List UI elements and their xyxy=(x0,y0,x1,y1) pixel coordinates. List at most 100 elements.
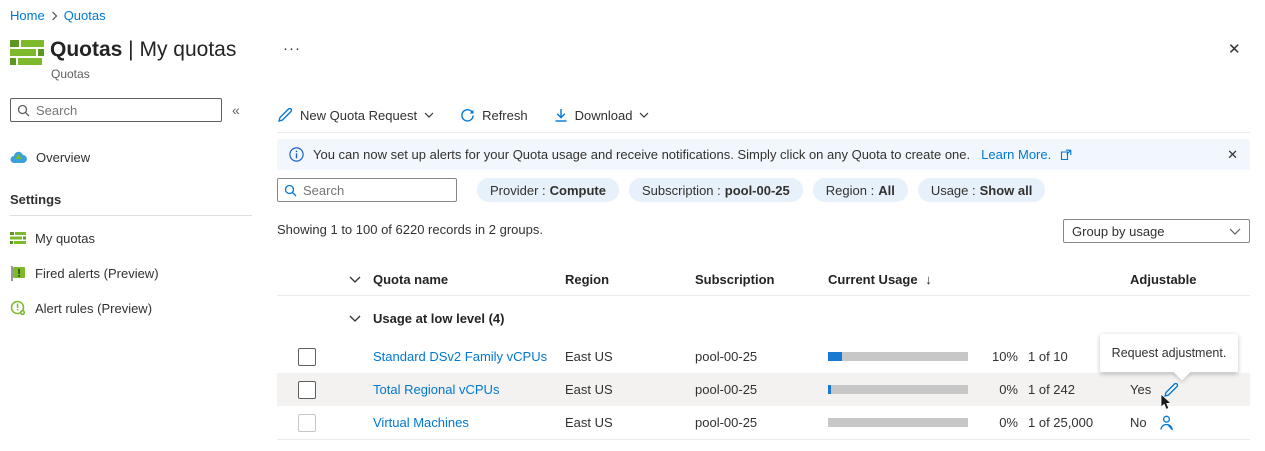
quota-name-link[interactable]: Virtual Machines xyxy=(373,415,469,430)
group-by-value: Group by usage xyxy=(1072,223,1165,239)
filter-pill-region[interactable]: Region : All xyxy=(812,178,908,202)
usage-count: 1 of 242 xyxy=(1028,382,1075,397)
page-title-primary: Quotas xyxy=(50,38,123,61)
breadcrumb-home-link[interactable]: Home xyxy=(10,8,45,23)
breadcrumb-separator-icon xyxy=(51,11,58,21)
pill-value: pool-00-25 xyxy=(724,182,790,198)
usage-percent: 10% xyxy=(991,349,1018,364)
tooltip-text: Request adjustment. xyxy=(1111,346,1227,360)
column-header-quota-name[interactable]: Quota name xyxy=(373,272,565,287)
support-request-person-icon[interactable] xyxy=(1159,415,1174,431)
new-quota-request-label: New Quota Request xyxy=(300,107,418,123)
filter-pill-provider[interactable]: Provider : Compute xyxy=(477,178,619,202)
adjustable-value: No xyxy=(1130,415,1147,430)
subscription-cell: pool-00-25 xyxy=(695,415,758,430)
adjustable-value: Yes xyxy=(1130,382,1152,397)
group-collapse-chevron-icon[interactable] xyxy=(337,315,373,322)
pill-label: Region : xyxy=(825,182,875,198)
sidebar-item-overview[interactable]: Overview xyxy=(0,144,262,170)
quota-name-link[interactable]: Standard DSv2 Family vCPUs xyxy=(373,349,547,364)
filter-pill-usage[interactable]: Usage : Show all xyxy=(917,178,1046,202)
overview-icon xyxy=(10,151,27,164)
command-bar: New Quota Request Refresh Download xyxy=(277,100,1250,133)
usage-progress-bar xyxy=(828,352,968,361)
settings-section-label: Settings xyxy=(10,192,62,207)
table-row[interactable]: Virtual Machines East US pool-00-25 0% 1… xyxy=(277,406,1250,439)
sidebar-item-fired-alerts[interactable]: Fired alerts (Preview) xyxy=(0,260,262,286)
request-adjustment-tooltip: Request adjustment. xyxy=(1100,334,1238,372)
column-header-subscription[interactable]: Subscription xyxy=(695,272,828,287)
my-quotas-icon xyxy=(10,231,26,245)
collapse-all-chevron-icon[interactable] xyxy=(337,276,373,283)
sidebar-search-box[interactable] xyxy=(10,98,222,122)
row-checkbox[interactable] xyxy=(298,347,316,366)
filter-pill-subscription[interactable]: Subscription : pool-00-25 xyxy=(628,178,803,202)
settings-divider xyxy=(10,215,252,216)
refresh-button[interactable]: Refresh xyxy=(460,108,528,123)
quota-search-input[interactable] xyxy=(303,182,450,198)
usage-progress-bar xyxy=(828,385,968,394)
current-usage-label: Current Usage xyxy=(828,272,918,287)
banner-text: You can now set up alerts for your Quota… xyxy=(313,147,971,162)
sort-descending-icon: ↓ xyxy=(925,272,932,287)
sidebar-item-alert-rules[interactable]: Alert rules (Preview) xyxy=(0,295,262,321)
breadcrumb-quotas-link[interactable]: Quotas xyxy=(64,8,106,23)
quota-search-box[interactable] xyxy=(277,178,457,202)
sidebar-search-input[interactable] xyxy=(36,102,215,118)
region-cell: East US xyxy=(565,349,613,364)
sidebar-item-label: Overview xyxy=(36,149,91,165)
table-row[interactable]: Total Regional vCPUs East US pool-00-25 … xyxy=(277,373,1250,406)
usage-count: 1 of 25,000 xyxy=(1028,415,1094,430)
chevron-down-icon xyxy=(639,112,649,118)
chevron-down-icon xyxy=(424,112,434,118)
pill-value: Show all xyxy=(979,182,1033,198)
banner-close-button[interactable]: ✕ xyxy=(1227,147,1238,163)
search-icon xyxy=(284,184,297,197)
info-icon xyxy=(289,147,304,162)
page-title-separator: | xyxy=(122,38,140,61)
pill-value: All xyxy=(878,182,895,198)
sidebar-item-my-quotas[interactable]: My quotas xyxy=(0,225,262,251)
table-header-row: Quota name Region Subscription Current U… xyxy=(277,264,1250,296)
adjustable-cell: Yes xyxy=(1130,382,1250,398)
download-button[interactable]: Download xyxy=(554,108,650,123)
search-icon xyxy=(17,104,30,117)
sidebar-collapse-button[interactable]: « xyxy=(232,102,240,118)
pill-label: Provider : xyxy=(490,182,546,198)
chevron-down-icon xyxy=(1229,228,1241,235)
page-subtitle: Quotas xyxy=(51,67,90,81)
quota-name-link[interactable]: Total Regional vCPUs xyxy=(373,382,499,397)
main-content: New Quota Request Refresh Download You c… xyxy=(277,100,1250,440)
records-summary: Showing 1 to 100 of 6220 records in 2 gr… xyxy=(277,222,543,237)
learn-more-link[interactable]: Learn More. xyxy=(981,147,1051,162)
blade-close-button[interactable]: ✕ xyxy=(1228,40,1241,58)
sidebar: « Overview Settings My qu xyxy=(0,92,262,321)
info-banner: You can now set up alerts for your Quota… xyxy=(277,139,1250,170)
sidebar-item-label: Fired alerts (Preview) xyxy=(35,265,159,281)
region-cell: East US xyxy=(565,382,613,397)
column-header-region[interactable]: Region xyxy=(565,272,695,287)
subscription-cell: pool-00-25 xyxy=(695,349,758,364)
row-checkbox[interactable] xyxy=(298,380,316,399)
breadcrumb: Home Quotas xyxy=(10,8,106,23)
quotas-page-icon xyxy=(10,38,44,68)
usage-percent: 0% xyxy=(999,382,1018,397)
column-header-current-usage[interactable]: Current Usage ↓ xyxy=(828,272,1130,287)
refresh-icon xyxy=(460,108,475,123)
row-checkbox[interactable] xyxy=(298,413,316,432)
column-header-adjustable[interactable]: Adjustable xyxy=(1130,272,1250,287)
summary-row: Showing 1 to 100 of 6220 records in 2 gr… xyxy=(277,219,1250,243)
refresh-label: Refresh xyxy=(482,107,528,123)
new-quota-request-button[interactable]: New Quota Request xyxy=(277,107,434,123)
subscription-cell: pool-00-25 xyxy=(695,382,758,397)
alert-rules-icon xyxy=(10,300,26,316)
sidebar-item-label: My quotas xyxy=(35,230,95,246)
sidebar-section-settings: Settings xyxy=(0,192,262,207)
quotas-blade: Home Quotas Quotas | My quotas Quotas ··… xyxy=(0,0,1265,451)
group-by-dropdown[interactable]: Group by usage xyxy=(1063,219,1250,243)
download-label: Download xyxy=(574,107,633,123)
usage-percent: 0% xyxy=(999,415,1018,430)
mouse-cursor-icon xyxy=(1158,394,1174,412)
pill-label: Usage : xyxy=(930,182,976,198)
more-options-button[interactable]: ··· xyxy=(283,40,301,57)
